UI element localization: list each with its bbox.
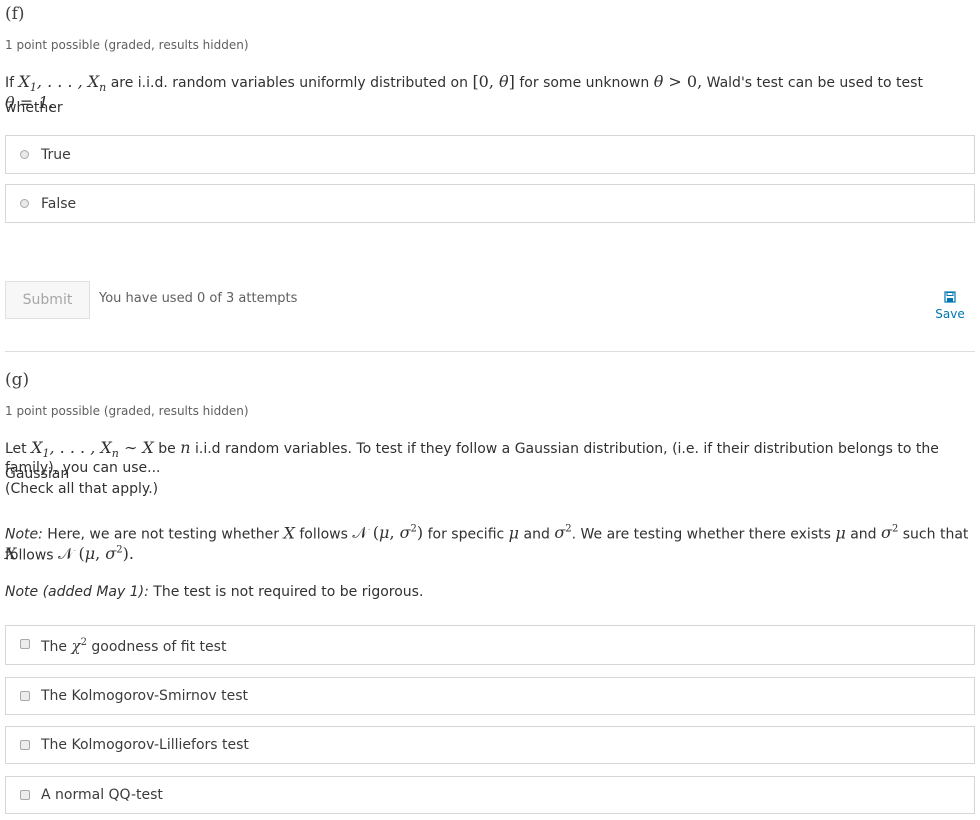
math-interval: [0, θ] (472, 72, 515, 91)
option-qq[interactable]: A normal QQ-test (5, 776, 975, 814)
save-button[interactable]: Save (930, 291, 970, 321)
save-label: Save (935, 307, 965, 321)
problem-g-label: (g) (5, 370, 30, 390)
attempts-text: You have used 0 of 3 attempts (99, 291, 298, 306)
problem-f-question: If X1, . . . , Xn are i.i.d. random vari… (5, 72, 923, 117)
floppy-disk-icon (930, 291, 970, 307)
option-false-label: False (41, 196, 77, 212)
problem-f-label: (f) (5, 4, 25, 24)
problem-g-note-line2: follows 𝒩 (μ, σ2). (5, 544, 134, 564)
radio-false[interactable] (20, 199, 29, 208)
radio-true[interactable] (20, 150, 29, 159)
option-false[interactable]: False (5, 184, 975, 223)
submit-button[interactable]: Submit (5, 281, 90, 319)
option-true[interactable]: True (5, 135, 975, 174)
option-qq-label: A normal QQ-test (41, 787, 163, 803)
section-divider (5, 351, 975, 352)
problem-g-points: 1 point possible (graded, results hidden… (5, 404, 249, 418)
problem-g-note2: Note (added May 1): The test is not requ… (5, 584, 424, 600)
option-ks-label: The Kolmogorov-Smirnov test (41, 688, 249, 704)
checkbox-qq[interactable] (20, 790, 30, 800)
math-x1-xn-sim-x: X1, . . . , Xn ∼ X (31, 438, 154, 461)
checkbox-kl[interactable] (20, 740, 30, 750)
option-kl-label: The Kolmogorov-Lilliefors test (41, 737, 249, 753)
math-theta-gt-0: θ (653, 72, 664, 91)
problem-g-note: Note: Here, we are not testing whether X… (5, 523, 969, 564)
problem-g-question-line2: family), you can use... (5, 460, 161, 476)
option-ks[interactable]: The Kolmogorov-Smirnov test (5, 677, 975, 715)
math-n: n (180, 438, 191, 457)
math-normal: 𝒩 (μ, σ2) (352, 523, 424, 543)
option-chi-squared-label: The χ2 goodness of fit test (41, 637, 227, 655)
math-x1-xn: X1, . . . , Xn (18, 72, 107, 95)
math-theta-eq-1: θ = 1. (5, 93, 54, 112)
option-true-label: True (41, 147, 71, 163)
option-chi-squared[interactable]: The χ2 goodness of fit test (5, 625, 975, 665)
problem-g-instruction: (Check all that apply.) (5, 481, 159, 497)
checkbox-chi-squared[interactable] (20, 639, 30, 649)
checkbox-ks[interactable] (20, 691, 30, 701)
problem-f-points: 1 point possible (graded, results hidden… (5, 38, 249, 52)
option-kl[interactable]: The Kolmogorov-Lilliefors test (5, 726, 975, 764)
